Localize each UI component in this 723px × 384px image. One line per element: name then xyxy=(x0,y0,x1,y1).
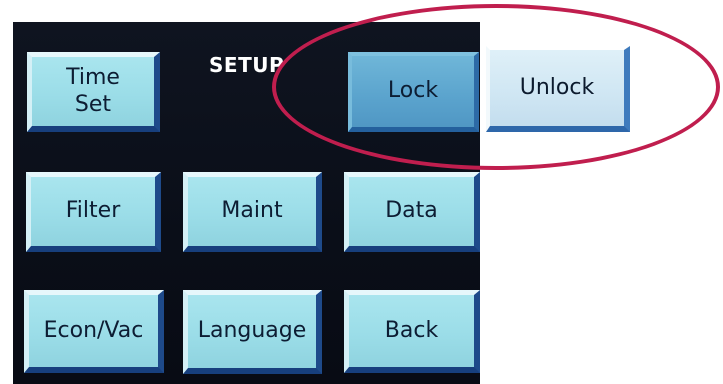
time-set-button[interactable]: Time Set xyxy=(27,52,160,132)
setup-title: SETUP xyxy=(209,53,285,77)
filter-label: Filter xyxy=(65,198,121,224)
unlock-label: Unlock xyxy=(519,74,595,100)
lock-button[interactable]: Lock xyxy=(348,52,479,132)
data-label: Data xyxy=(385,198,438,224)
time-set-label: Time Set xyxy=(66,65,120,117)
back-label: Back xyxy=(384,317,439,343)
back-button[interactable]: Back xyxy=(344,290,480,373)
lock-label: Lock xyxy=(387,78,439,104)
econ-vac-label: Econ/Vac xyxy=(43,317,144,343)
econ-vac-button[interactable]: Econ/Vac xyxy=(24,290,164,373)
maint-label: Maint xyxy=(221,198,283,224)
touchscreen-panel: SETUP Time Set Lock Filter Maint Data Ec… xyxy=(13,22,480,384)
unlock-button[interactable]: Unlock xyxy=(486,46,630,132)
maint-button[interactable]: Maint xyxy=(183,172,322,252)
filter-button[interactable]: Filter xyxy=(26,172,161,252)
data-button[interactable]: Data xyxy=(344,172,480,252)
language-button[interactable]: Language xyxy=(183,290,322,374)
language-label: Language xyxy=(197,318,307,344)
